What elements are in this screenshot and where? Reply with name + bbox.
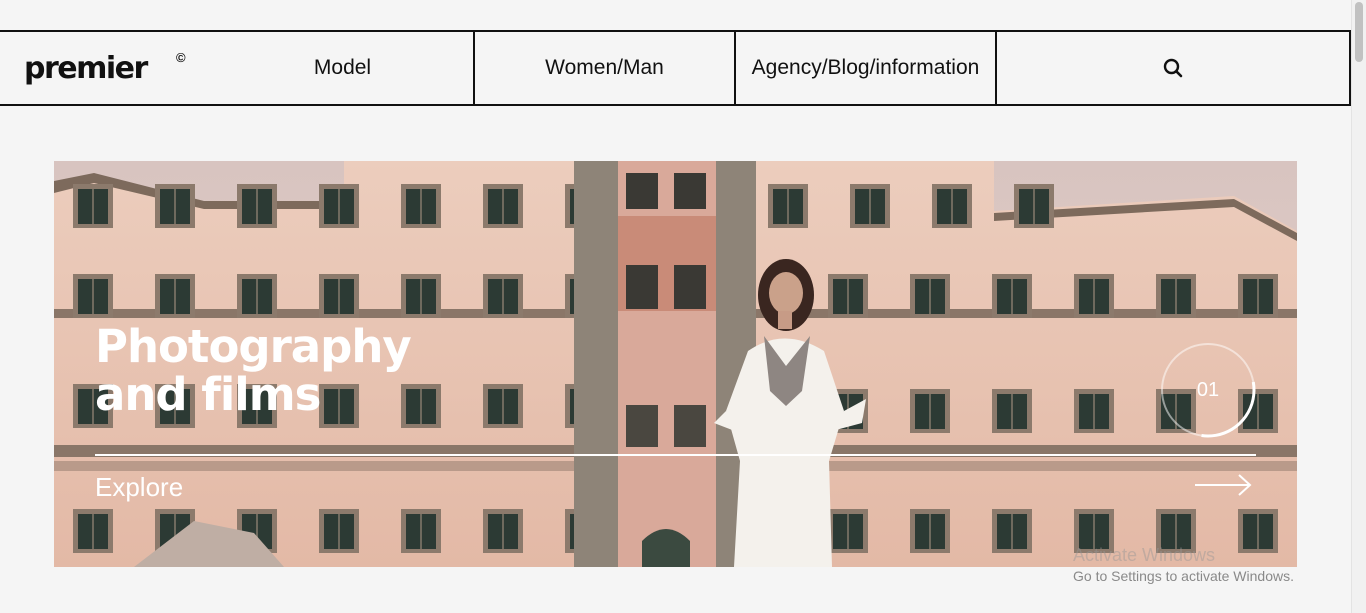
copyright-mark: ©	[176, 50, 186, 65]
explore-link[interactable]: Explore	[95, 472, 183, 503]
hero-title-line-1: Photography	[95, 320, 412, 373]
top-navbar: premier © Model Women/Man Agency/Blog/in…	[0, 30, 1351, 106]
slide-counter[interactable]: 01	[1159, 341, 1257, 439]
page-scrollbar[interactable]	[1351, 0, 1366, 613]
hero-banner: Photography and films 01 Explore	[54, 161, 1297, 567]
search-button[interactable]	[995, 32, 1349, 104]
watermark-subtitle: Go to Settings to activate Windows.	[1073, 568, 1294, 584]
nav-item-agency-blog-information[interactable]: Agency/Blog/information	[734, 32, 995, 104]
brand-name: premier	[24, 50, 148, 86]
hero-divider	[95, 454, 1256, 456]
nav-item-model[interactable]: Model	[212, 32, 473, 104]
nav-item-women-man[interactable]: Women/Man	[473, 32, 734, 104]
hero-title-line-2: and films	[95, 368, 321, 421]
arrow-right-icon[interactable]	[1195, 473, 1253, 497]
scrollbar-thumb[interactable]	[1355, 2, 1363, 62]
slide-number: 01	[1196, 378, 1220, 401]
hero-title: Photography and films	[95, 320, 412, 421]
brand-logo[interactable]: premier ©	[0, 32, 212, 104]
watermark-title: Activate Windows	[1073, 545, 1216, 565]
activate-windows-watermark: Activate Windows Go to Settings to activ…	[1073, 545, 1294, 584]
search-icon	[1163, 58, 1183, 78]
